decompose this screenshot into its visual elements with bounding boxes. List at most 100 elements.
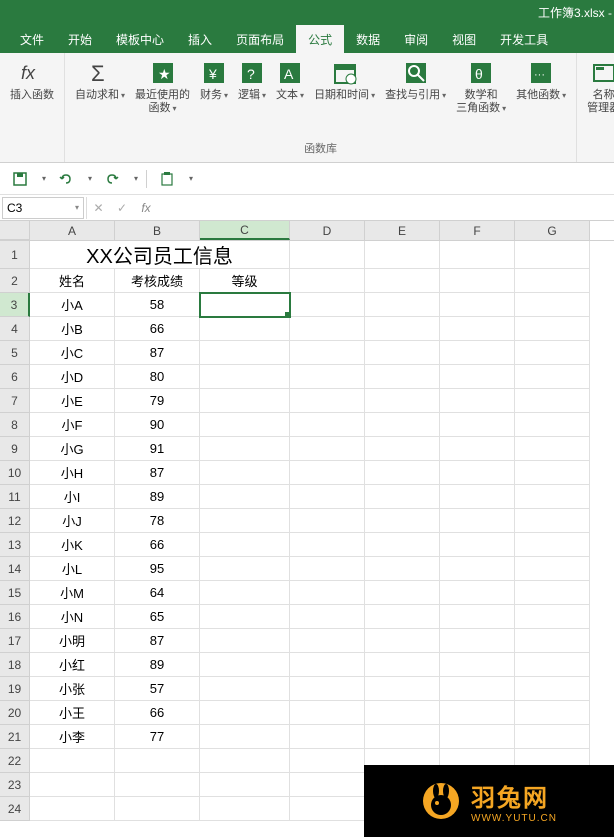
financial-button[interactable]: ¥财务▾ — [196, 57, 232, 138]
cell-F12[interactable] — [440, 509, 515, 533]
cell-G1[interactable] — [515, 241, 590, 269]
col-header-F[interactable]: F — [440, 221, 515, 240]
cell-D20[interactable] — [290, 701, 365, 725]
col-header-G[interactable]: G — [515, 221, 590, 240]
cell-D11[interactable] — [290, 485, 365, 509]
cell-E19[interactable] — [365, 677, 440, 701]
text-button[interactable]: A文本▾ — [272, 57, 308, 138]
cell-A21[interactable]: 小李 — [30, 725, 115, 749]
cell-G16[interactable] — [515, 605, 590, 629]
cell-D6[interactable] — [290, 365, 365, 389]
cell-G18[interactable] — [515, 653, 590, 677]
cell-G4[interactable] — [515, 317, 590, 341]
row-header-2[interactable]: 2 — [0, 269, 30, 293]
cell-B7[interactable]: 79 — [115, 389, 200, 413]
menu-0[interactable]: 文件 — [8, 25, 56, 54]
cell-C11[interactable] — [200, 485, 290, 509]
cell-G11[interactable] — [515, 485, 590, 509]
cell-C6[interactable] — [200, 365, 290, 389]
cell-A12[interactable]: 小J — [30, 509, 115, 533]
cell-F19[interactable] — [440, 677, 515, 701]
redo-dropdown-icon[interactable]: ▾ — [134, 174, 138, 183]
cell-B22[interactable] — [115, 749, 200, 773]
formula-input[interactable] — [158, 197, 614, 219]
cell-C12[interactable] — [200, 509, 290, 533]
cell-D1[interactable] — [290, 241, 365, 269]
cell-C15[interactable] — [200, 581, 290, 605]
cell-F18[interactable] — [440, 653, 515, 677]
insert-function-button[interactable]: fx插入函数 — [6, 57, 58, 158]
datetime-button[interactable]: 日期和时间▾ — [310, 57, 379, 138]
cell-E20[interactable] — [365, 701, 440, 725]
cell-B19[interactable]: 57 — [115, 677, 200, 701]
cell-D2[interactable] — [290, 269, 365, 293]
cell-G19[interactable] — [515, 677, 590, 701]
cell-F4[interactable] — [440, 317, 515, 341]
cell-F2[interactable] — [440, 269, 515, 293]
cell-A11[interactable]: 小I — [30, 485, 115, 509]
cell-C17[interactable] — [200, 629, 290, 653]
cell-G15[interactable] — [515, 581, 590, 605]
cell-C24[interactable] — [200, 797, 290, 821]
cell-E12[interactable] — [365, 509, 440, 533]
cell-E3[interactable] — [365, 293, 440, 317]
cell-A14[interactable]: 小L — [30, 557, 115, 581]
cell-G8[interactable] — [515, 413, 590, 437]
spreadsheet-grid[interactable]: ABCDEFG1XX公司员工信息2姓名考核成绩等级3小A584小B665小C87… — [0, 221, 614, 821]
cell-title[interactable]: XX公司员工信息 — [30, 241, 290, 269]
cell-A10[interactable]: 小H — [30, 461, 115, 485]
cell-B6[interactable]: 80 — [115, 365, 200, 389]
row-header-11[interactable]: 11 — [0, 485, 30, 509]
math-button[interactable]: θ数学和三角函数▾ — [452, 57, 510, 138]
cell-E16[interactable] — [365, 605, 440, 629]
logical-button[interactable]: ?逻辑▾ — [234, 57, 270, 138]
cell-C20[interactable] — [200, 701, 290, 725]
cell-F8[interactable] — [440, 413, 515, 437]
cell-G9[interactable] — [515, 437, 590, 461]
cell-E5[interactable] — [365, 341, 440, 365]
cell-D16[interactable] — [290, 605, 365, 629]
cell-F13[interactable] — [440, 533, 515, 557]
menu-3[interactable]: 插入 — [176, 25, 224, 54]
row-header-23[interactable]: 23 — [0, 773, 30, 797]
cell-D14[interactable] — [290, 557, 365, 581]
row-header-12[interactable]: 12 — [0, 509, 30, 533]
cell-D22[interactable] — [290, 749, 365, 773]
cell-B21[interactable]: 77 — [115, 725, 200, 749]
cell-F5[interactable] — [440, 341, 515, 365]
save-dropdown-icon[interactable]: ▾ — [42, 174, 46, 183]
cell-D15[interactable] — [290, 581, 365, 605]
cell-A17[interactable]: 小明 — [30, 629, 115, 653]
cell-C16[interactable] — [200, 605, 290, 629]
col-header-B[interactable]: B — [115, 221, 200, 240]
cell-D23[interactable] — [290, 773, 365, 797]
cell-G14[interactable] — [515, 557, 590, 581]
cell-A7[interactable]: 小E — [30, 389, 115, 413]
cell-B9[interactable]: 91 — [115, 437, 200, 461]
cell-D4[interactable] — [290, 317, 365, 341]
cell-B11[interactable]: 89 — [115, 485, 200, 509]
menu-9[interactable]: 开发工具 — [488, 25, 560, 54]
paste-dropdown-icon[interactable]: ▾ — [189, 174, 193, 183]
col-header-C[interactable]: C — [200, 221, 290, 240]
cell-E9[interactable] — [365, 437, 440, 461]
row-header-16[interactable]: 16 — [0, 605, 30, 629]
cell-C13[interactable] — [200, 533, 290, 557]
cell-E17[interactable] — [365, 629, 440, 653]
name-box[interactable]: C3 ▾ — [2, 197, 84, 219]
cell-B10[interactable]: 87 — [115, 461, 200, 485]
cell-B17[interactable]: 87 — [115, 629, 200, 653]
cell-D21[interactable] — [290, 725, 365, 749]
cell-G13[interactable] — [515, 533, 590, 557]
cell-C5[interactable] — [200, 341, 290, 365]
cell-G2[interactable] — [515, 269, 590, 293]
cell-A9[interactable]: 小G — [30, 437, 115, 461]
fx-button[interactable]: fx — [134, 197, 158, 219]
cell-F1[interactable] — [440, 241, 515, 269]
cell-E8[interactable] — [365, 413, 440, 437]
cell-F15[interactable] — [440, 581, 515, 605]
cell-D13[interactable] — [290, 533, 365, 557]
cell-F21[interactable] — [440, 725, 515, 749]
row-header-18[interactable]: 18 — [0, 653, 30, 677]
cell-E14[interactable] — [365, 557, 440, 581]
